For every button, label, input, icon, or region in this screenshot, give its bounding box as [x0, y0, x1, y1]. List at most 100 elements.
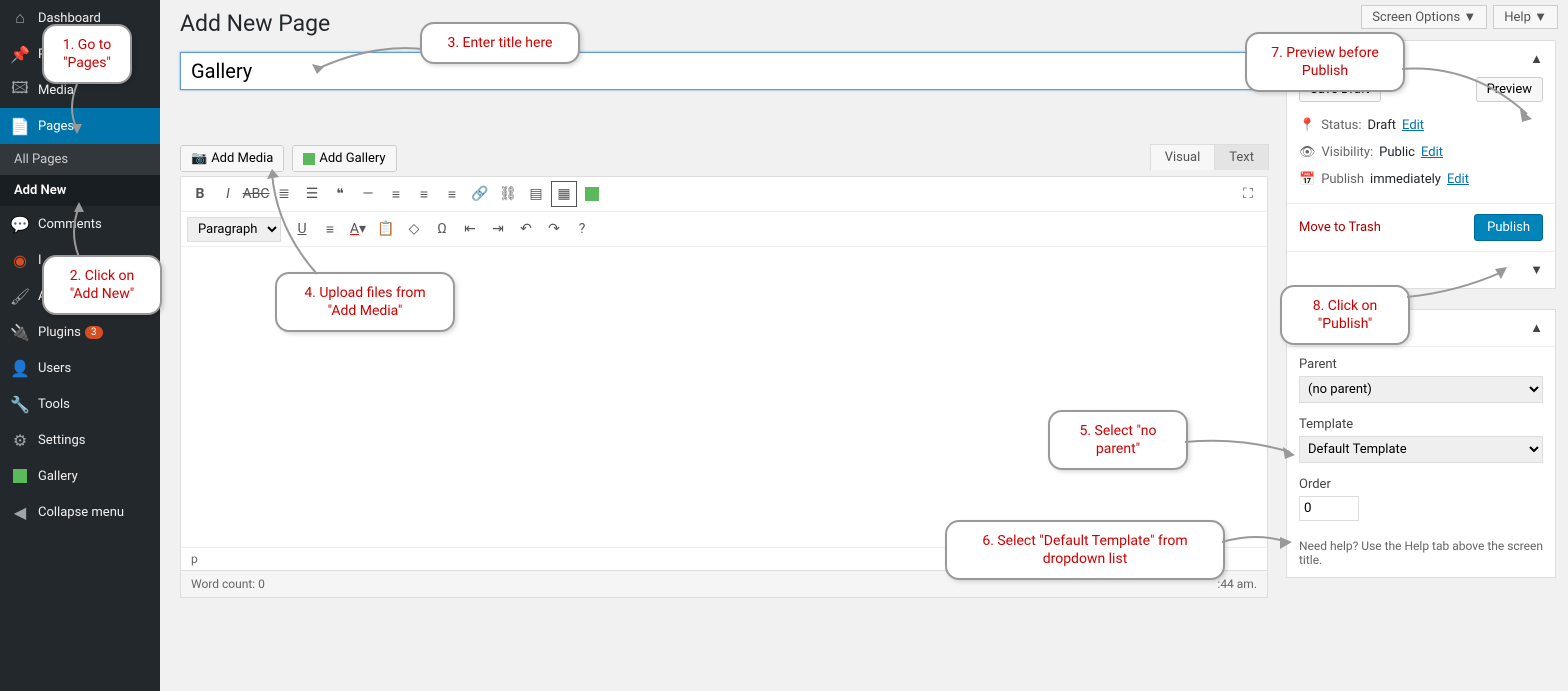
publish-label: Publish: [1321, 172, 1364, 187]
visibility-value: Public: [1379, 145, 1415, 160]
fullscreen-icon[interactable]: ⛶: [1235, 181, 1261, 207]
green-block-icon[interactable]: [579, 181, 605, 207]
align-left-icon[interactable]: ≡: [383, 181, 409, 207]
unlink-icon[interactable]: ⛓: [495, 181, 521, 207]
plugin-icon: 🔌: [10, 322, 30, 342]
callout-1: 1. Go to "Pages": [42, 24, 132, 84]
move-to-trash-link[interactable]: Move to Trash: [1299, 220, 1381, 235]
editor-toolbar-2: Paragraph U ≡ A▾ 📋 ◇ Ω ⇤ ⇥ ↶ ↷ ?: [181, 212, 1267, 247]
collapse-icon: ◀: [10, 502, 30, 522]
status-value: Draft: [1368, 118, 1397, 133]
help-button[interactable]: Help ▼: [1493, 5, 1558, 29]
callout-5: 5. Select "no parent": [1048, 410, 1188, 470]
template-select[interactable]: Default Template: [1299, 436, 1543, 463]
page-icon: 📄: [10, 116, 30, 136]
visibility-label: Visibility:: [1322, 145, 1374, 160]
strike-icon[interactable]: ABC: [243, 181, 269, 207]
gallery-sq-icon: [303, 153, 315, 165]
redo-icon[interactable]: ↷: [541, 216, 567, 242]
sidebar-item-plugins[interactable]: 🔌 Plugins 3: [0, 314, 160, 350]
sidebar-item-all-pages[interactable]: All Pages: [0, 144, 160, 175]
pin-icon: 📌: [10, 44, 30, 64]
sidebar-item-label: All Pages: [14, 152, 68, 167]
callout-8: 8. Click on "Publish": [1280, 285, 1410, 345]
wrench-icon: 🔧: [10, 394, 30, 414]
add-gallery-button[interactable]: Add Gallery: [292, 145, 396, 172]
sidebar-item-label: Plugins: [38, 325, 81, 340]
callout-7: 7. Preview before Publish: [1245, 32, 1405, 92]
calendar-icon: 📅: [1299, 172, 1315, 187]
brush-icon: 🖌: [10, 286, 30, 306]
sidebar-item-label: Gallery: [38, 469, 78, 484]
sidebar-item-users[interactable]: 👤 Users: [0, 350, 160, 386]
more-icon[interactable]: ▤: [523, 181, 549, 207]
attr-help-text: Need help? Use the Help tab above the sc…: [1299, 539, 1543, 567]
plugin-badge: 3: [85, 326, 103, 339]
callout-2: 2. Click on "Add New": [42, 255, 162, 315]
collapse-attr-icon[interactable]: ▲: [1530, 320, 1543, 336]
word-count: Word count: 0: [191, 577, 265, 591]
add-media-button[interactable]: 📷 Add Media: [180, 145, 284, 172]
align-center-icon[interactable]: ≡: [411, 181, 437, 207]
parent-label: Parent: [1299, 357, 1543, 372]
link-icon[interactable]: 🔗: [467, 181, 493, 207]
template-label: Template: [1299, 417, 1543, 432]
expand-box-icon[interactable]: ▼: [1530, 262, 1543, 278]
page-attributes-box: Page Attributes ▲ Parent (no parent) Tem…: [1286, 309, 1556, 578]
add-media-label: Add Media: [211, 151, 273, 166]
autosave-time: :44 am.: [1217, 577, 1257, 591]
editor-toolbar-1: B I ABC ≣ ☰ ❝ — ≡ ≡ ≡ 🔗 ⛓ ▤ ▦ ⛶: [181, 177, 1267, 212]
eye-icon: 👁: [1299, 145, 1316, 160]
camera-icon: 📷: [191, 151, 207, 166]
sidebar-item-label: Settings: [38, 433, 85, 448]
gallery-icon: [10, 466, 30, 486]
order-label: Order: [1299, 477, 1543, 492]
comment-icon: 💬: [10, 214, 30, 234]
sidebar-item-label: Users: [38, 361, 71, 376]
order-input[interactable]: [1299, 496, 1359, 521]
toolbar-toggle-icon[interactable]: ▦: [551, 181, 577, 207]
textcolor-icon[interactable]: A▾: [345, 216, 371, 242]
bold-icon[interactable]: B: [187, 181, 213, 207]
italic-icon[interactable]: I: [215, 181, 241, 207]
publish-value: immediately: [1370, 172, 1441, 187]
edit-schedule-link[interactable]: Edit: [1447, 172, 1469, 187]
hr-icon[interactable]: —: [355, 181, 381, 207]
sidebar-item-tools[interactable]: 🔧 Tools: [0, 386, 160, 422]
user-icon: 👤: [10, 358, 30, 378]
undo-icon[interactable]: ↶: [513, 216, 539, 242]
parent-select[interactable]: (no parent): [1299, 376, 1543, 403]
outdent-icon[interactable]: ⇤: [457, 216, 483, 242]
sidebar-item-label: Tools: [38, 397, 70, 412]
dashboard-icon: ⌂: [10, 8, 30, 28]
key-icon: 📍: [1299, 118, 1315, 133]
tab-visual[interactable]: Visual: [1150, 144, 1216, 170]
sidebar-item-collapse[interactable]: ◀ Collapse menu: [0, 494, 160, 530]
indent-icon[interactable]: ⇥: [485, 216, 511, 242]
sidebar-item-settings[interactable]: ⚙ Settings: [0, 422, 160, 458]
help-icon[interactable]: ?: [569, 216, 595, 242]
page-title: Add New Page: [180, 10, 1268, 37]
align-right-icon[interactable]: ≡: [439, 181, 465, 207]
sidebar-item-label: I: [38, 253, 42, 268]
tab-text[interactable]: Text: [1214, 144, 1269, 170]
sidebar-item-gallery[interactable]: Gallery: [0, 458, 160, 494]
callout-6: 6. Select "Default Template" from dropdo…: [945, 520, 1225, 580]
media-icon: 🖾: [10, 80, 30, 100]
settings-icon: ⚙: [10, 430, 30, 450]
special-char-icon[interactable]: Ω: [429, 216, 455, 242]
edit-visibility-link[interactable]: Edit: [1421, 145, 1443, 160]
callout-3: 3. Enter title here: [420, 22, 580, 64]
add-gallery-label: Add Gallery: [319, 151, 385, 166]
publish-button[interactable]: Publish: [1474, 214, 1543, 241]
callout-4: 4. Upload files from "Add Media": [275, 272, 455, 332]
sidebar-item-label: Collapse menu: [38, 505, 124, 520]
paste-text-icon[interactable]: 📋: [373, 216, 399, 242]
clear-format-icon[interactable]: ◇: [401, 216, 427, 242]
collapse-box-icon[interactable]: ▲: [1530, 51, 1543, 67]
sidebar-item-label: Add New: [14, 183, 66, 198]
status-label: Status:: [1321, 118, 1361, 133]
screen-options-button[interactable]: Screen Options ▼: [1361, 5, 1487, 29]
editor-path: p: [191, 552, 198, 566]
circle-icon: ◉: [10, 250, 30, 270]
